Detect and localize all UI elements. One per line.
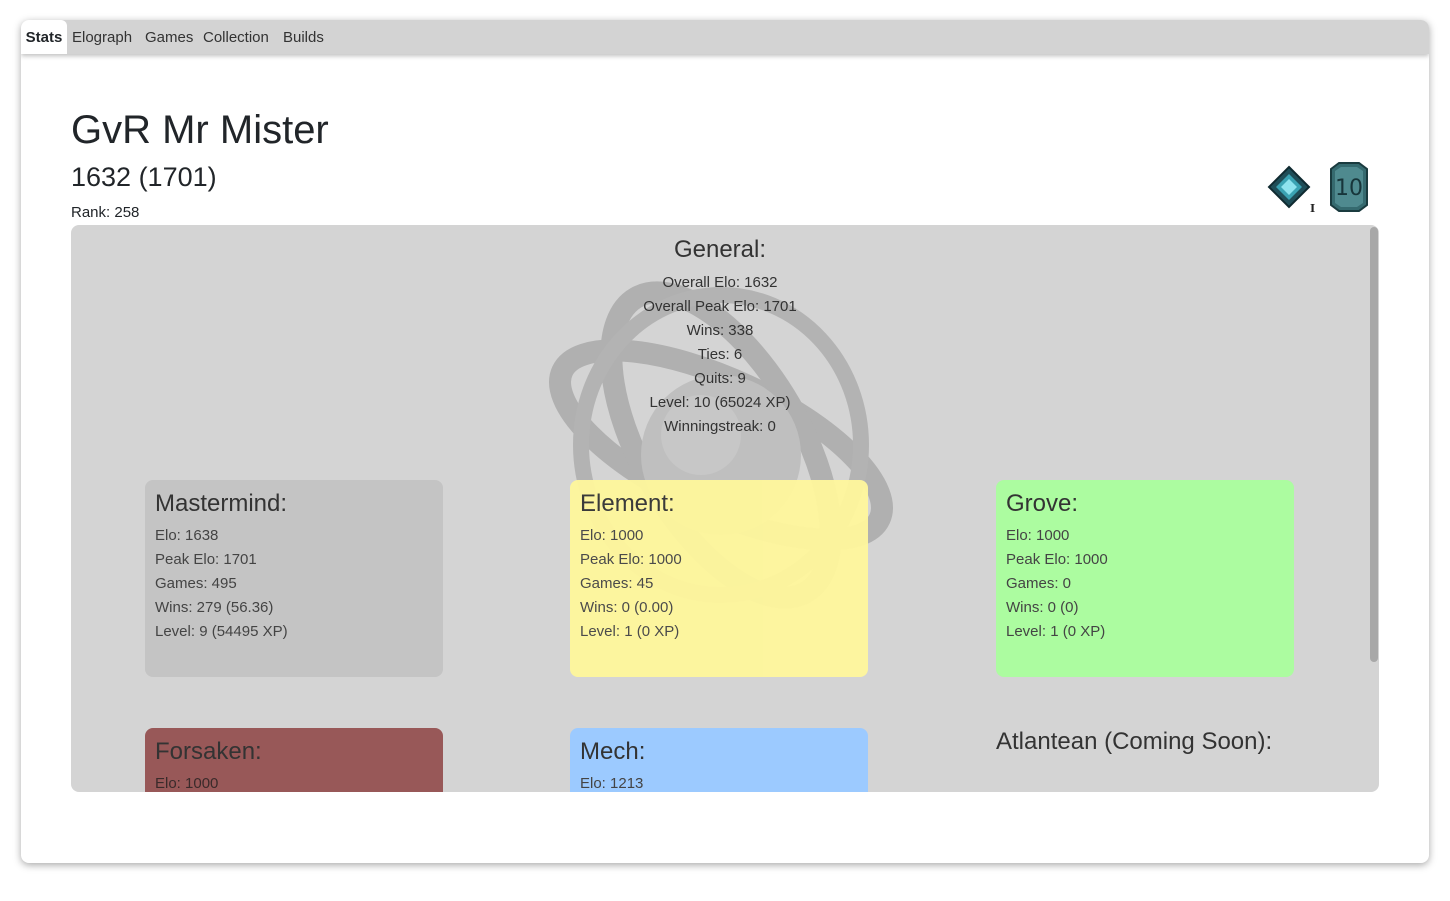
- race-card-level: Level: 1 (0 XP): [580, 623, 680, 640]
- race-card-elo: Elo: 1000: [580, 527, 644, 544]
- race-card-peak-elo: Peak Elo: 1000: [1006, 551, 1108, 568]
- race-card-element: Element: Elo: 1000 Peak Elo: 1000 Games:…: [570, 480, 868, 677]
- general-level: Level: 10 (65024 XP): [649, 394, 791, 411]
- tab-collection[interactable]: Collection: [203, 20, 269, 54]
- race-card-level: Level: 1 (0 XP): [1006, 623, 1106, 640]
- general-section: General: Overall Elo: 1632 Overall Peak …: [71, 236, 1369, 439]
- rank-badge-numeral: I: [1310, 202, 1315, 215]
- race-card-wins: Wins: 279 (56.36): [155, 599, 274, 616]
- level-badge-icon: 10: [1330, 162, 1368, 212]
- stats-scrollbar[interactable]: [1370, 227, 1378, 662]
- general-winningstreak: Winningstreak: 0: [664, 418, 776, 435]
- race-card-elo: Elo: 1213: [580, 775, 644, 792]
- tab-builds[interactable]: Builds: [283, 20, 324, 54]
- race-card-peak-elo: Peak Elo: 1000: [580, 551, 682, 568]
- stats-panel: General: Overall Elo: 1632 Overall Peak …: [71, 225, 1379, 792]
- race-card-games: Games: 495: [155, 575, 237, 592]
- race-card-elo: Elo: 1638: [155, 527, 219, 544]
- level-badge-text: 10: [1335, 176, 1363, 201]
- player-elo: 1632 (1701): [71, 162, 217, 192]
- rank-badge-icon: I: [1267, 165, 1315, 215]
- race-card-games: Games: 0: [1006, 575, 1072, 592]
- race-coming-soon-atlantean: Atlantean (Coming Soon):: [996, 728, 1273, 755]
- race-card-peak-elo: Peak Elo: 1701: [155, 551, 257, 568]
- race-card-title: Forsaken:: [155, 738, 262, 765]
- race-card-title: Mastermind:: [155, 490, 288, 517]
- general-overall-peak-elo: Overall Peak Elo: 1701: [643, 298, 797, 315]
- tab-elograph[interactable]: Elograph: [72, 20, 132, 54]
- race-card-wins: Wins: 0 (0.00): [580, 599, 674, 616]
- player-name: GvR Mr Mister: [71, 108, 329, 152]
- general-wins: Wins: 338: [686, 322, 754, 339]
- tab-stats[interactable]: Stats: [21, 20, 67, 54]
- general-quits: Quits: 9: [694, 370, 746, 387]
- tab-bar: Stats Elograph Games Collection Builds: [21, 20, 1429, 54]
- player-rank: Rank: 258: [71, 204, 140, 221]
- race-card-grove: Grove: Elo: 1000 Peak Elo: 1000 Games: 0…: [996, 480, 1294, 677]
- app-window: Stats Elograph Games Collection Builds G…: [21, 20, 1429, 863]
- race-card-forsaken: Forsaken: Elo: 1000: [145, 728, 443, 792]
- tab-games[interactable]: Games: [145, 20, 193, 54]
- race-card-games: Games: 45: [580, 575, 654, 592]
- race-card-title: Grove:: [1006, 490, 1079, 517]
- race-card-title: Mech:: [580, 738, 646, 765]
- race-card-mastermind: Mastermind: Elo: 1638 Peak Elo: 1701 Gam…: [145, 480, 443, 677]
- general-overall-elo: Overall Elo: 1632: [662, 274, 778, 291]
- race-card-wins: Wins: 0 (0): [1006, 599, 1079, 616]
- race-card-elo: Elo: 1000: [1006, 527, 1070, 544]
- race-card-mech: Mech: Elo: 1213: [570, 728, 868, 792]
- race-card-level: Level: 9 (54495 XP): [155, 623, 288, 640]
- general-title: General:: [673, 236, 767, 263]
- general-ties: Ties: 6: [697, 346, 743, 363]
- race-card-elo: Elo: 1000: [155, 775, 219, 792]
- race-card-title: Element:: [580, 490, 675, 517]
